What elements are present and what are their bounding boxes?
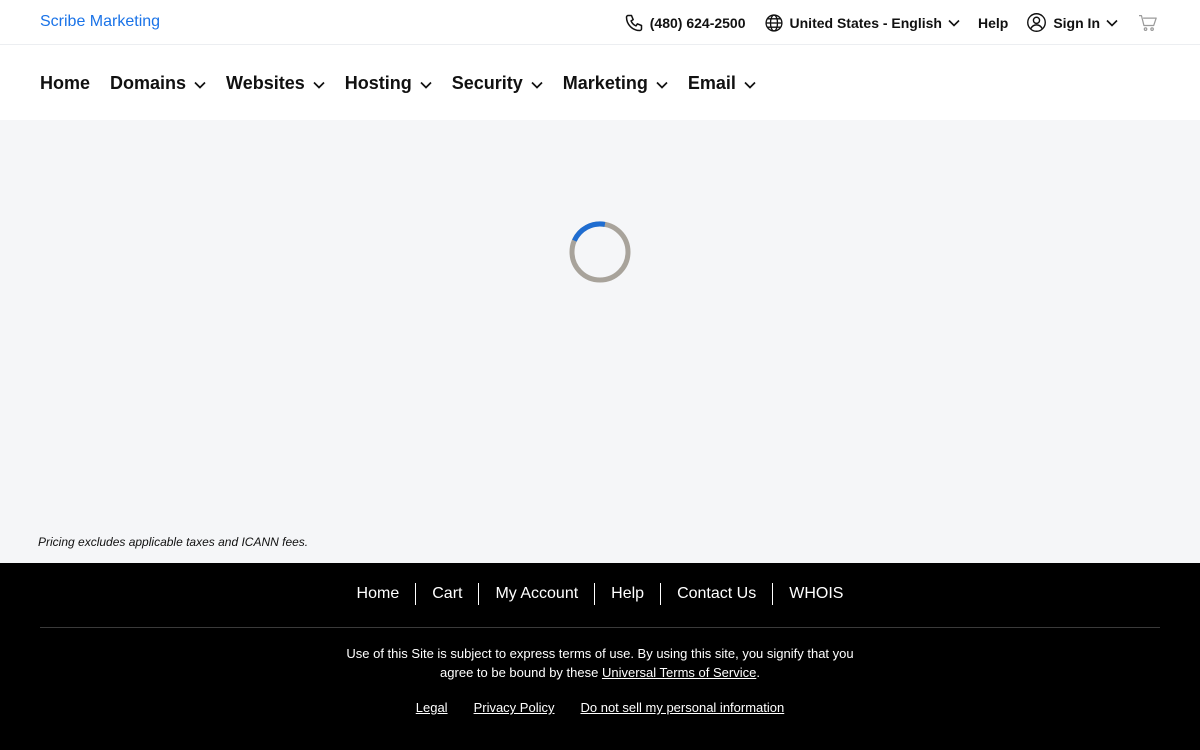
main-content: Pricing excludes applicable taxes and IC… xyxy=(0,120,1200,563)
nav-item-label: Security xyxy=(451,72,523,93)
universal-terms-link[interactable]: Universal Terms of Service xyxy=(602,665,756,680)
nav-item-websites[interactable]: Websites xyxy=(226,73,325,93)
user-circle-icon xyxy=(1026,12,1047,33)
terms-notice: Use of this Site is subject to express t… xyxy=(340,644,860,682)
locale-label: United States - English xyxy=(789,14,942,31)
nav-item-label: Websites xyxy=(226,72,305,93)
chevron-down-icon xyxy=(656,73,668,93)
phone-icon xyxy=(624,13,644,33)
terms-text: Use of this Site is subject to express t… xyxy=(346,646,854,680)
utility-bar: Scribe Marketing (480) 624-2500 United S… xyxy=(0,0,1200,45)
main-nav: Home Domains Websites Hosting Security Market… xyxy=(0,45,1200,120)
footer-link-my-account[interactable]: My Account xyxy=(478,583,594,605)
nav-item-marketing[interactable]: Marketing xyxy=(563,73,668,93)
chevron-down-icon xyxy=(194,73,206,93)
footer-link-whois[interactable]: WHOIS xyxy=(772,583,859,605)
sign-in-menu[interactable]: Sign In xyxy=(1026,12,1118,33)
footer-link-contact-us[interactable]: Contact Us xyxy=(660,583,772,605)
phone-link[interactable]: (480) 624-2500 xyxy=(624,13,746,33)
chevron-down-icon xyxy=(744,73,756,93)
cart-icon[interactable] xyxy=(1138,14,1158,32)
footer-links: Home Cart My Account Help Contact Us WHOIS xyxy=(0,583,1200,605)
nav-item-domains[interactable]: Domains xyxy=(110,73,206,93)
nav-item-hosting[interactable]: Hosting xyxy=(345,73,432,93)
nav-item-label: Marketing xyxy=(562,72,648,93)
legal-links: Legal Privacy Policy Do not sell my person… xyxy=(0,700,1200,716)
nav-item-email[interactable]: Email xyxy=(688,73,756,93)
legal-link-legal[interactable]: Legal xyxy=(416,700,448,716)
loading-spinner-icon xyxy=(569,221,631,283)
utility-actions: (480) 624-2500 United States - English H… xyxy=(624,0,1158,45)
nav-item-label: Email xyxy=(687,72,736,93)
chevron-down-icon xyxy=(420,73,432,93)
chevron-down-icon xyxy=(948,19,960,27)
nav-item-label: Domains xyxy=(110,72,187,93)
locale-selector[interactable]: United States - English xyxy=(764,13,960,33)
footer-link-cart[interactable]: Cart xyxy=(415,583,478,605)
globe-icon xyxy=(764,13,784,33)
nav-item-label: Home xyxy=(40,72,91,93)
footer-link-home[interactable]: Home xyxy=(341,583,416,605)
chevron-down-icon xyxy=(313,73,325,93)
chevron-down-icon xyxy=(531,73,543,93)
nav-item-home[interactable]: Home xyxy=(40,73,90,93)
legal-link-privacy-policy[interactable]: Privacy Policy xyxy=(474,700,555,716)
pricing-disclaimer: Pricing excludes applicable taxes and IC… xyxy=(38,535,309,549)
chevron-down-icon xyxy=(1106,19,1118,27)
terms-period: . xyxy=(756,665,760,680)
sign-in-label: Sign In xyxy=(1053,14,1100,31)
help-link[interactable]: Help xyxy=(978,15,1008,31)
nav-list: Home Domains Websites Hosting Security Market… xyxy=(40,45,776,120)
footer-link-help[interactable]: Help xyxy=(594,583,660,605)
legal-link-do-not-sell-my-personal-information[interactable]: Do not sell my personal information xyxy=(580,700,784,716)
phone-number: (480) 624-2500 xyxy=(649,14,746,31)
footer: Home Cart My Account Help Contact Us WHOIS Us… xyxy=(0,563,1200,750)
brand-link[interactable]: Scribe Marketing xyxy=(40,13,160,31)
footer-divider xyxy=(40,627,1160,628)
nav-item-label: Hosting xyxy=(344,72,412,93)
nav-item-security[interactable]: Security xyxy=(452,73,543,93)
